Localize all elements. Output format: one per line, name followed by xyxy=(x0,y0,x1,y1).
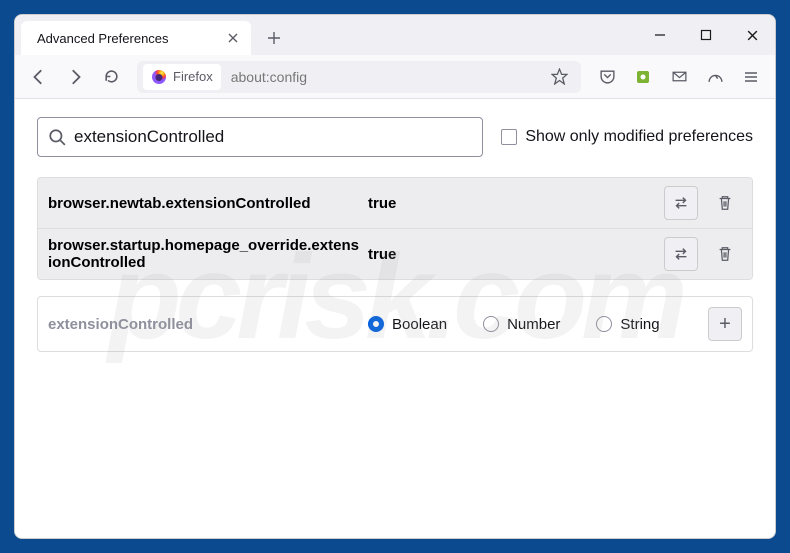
search-box[interactable] xyxy=(37,117,483,157)
menu-button[interactable] xyxy=(735,61,767,93)
identity-label: Firefox xyxy=(173,69,213,84)
identity-box[interactable]: Firefox xyxy=(143,64,221,90)
pref-name: browser.startup.homepage_override.extens… xyxy=(48,237,368,271)
browser-window: Advanced Preferences Firefox about:confi… xyxy=(14,14,776,539)
type-number-radio[interactable]: Number xyxy=(483,316,560,333)
search-icon xyxy=(48,128,66,146)
plus-icon: + xyxy=(719,313,731,336)
bookmark-star-icon[interactable] xyxy=(543,61,575,93)
swap-icon xyxy=(672,194,690,212)
trash-icon xyxy=(716,245,734,263)
url-bar[interactable]: Firefox about:config xyxy=(137,61,581,93)
add-pref-name: extensionControlled xyxy=(48,316,368,333)
new-tab-button[interactable] xyxy=(259,23,289,53)
radio-icon xyxy=(596,316,612,332)
url-text: about:config xyxy=(231,69,307,85)
show-modified-toggle[interactable]: Show only modified preferences xyxy=(501,128,753,146)
preference-list: browser.newtab.extensionControlled true … xyxy=(37,177,753,280)
toggle-button[interactable] xyxy=(664,237,698,271)
add-preference-row: extensionControlled Boolean Number Strin… xyxy=(37,296,753,352)
pocket-icon[interactable] xyxy=(591,61,623,93)
window-controls xyxy=(637,15,775,55)
dashboard-icon[interactable] xyxy=(699,61,731,93)
type-string-radio[interactable]: String xyxy=(596,316,659,333)
close-window-button[interactable] xyxy=(729,15,775,55)
show-modified-label: Show only modified preferences xyxy=(525,128,753,146)
back-button[interactable] xyxy=(23,61,55,93)
pref-name: browser.newtab.extensionControlled xyxy=(48,195,368,212)
mail-icon[interactable] xyxy=(663,61,695,93)
delete-button[interactable] xyxy=(708,237,742,271)
pref-actions xyxy=(664,237,742,271)
pref-row[interactable]: browser.startup.homepage_override.extens… xyxy=(38,228,752,279)
pref-value: true xyxy=(368,246,664,263)
type-boolean-radio[interactable]: Boolean xyxy=(368,316,447,333)
extension-icon[interactable] xyxy=(627,61,659,93)
checkbox-icon[interactable] xyxy=(501,129,517,145)
type-options: Boolean Number String xyxy=(368,316,708,333)
close-tab-icon[interactable] xyxy=(225,30,241,46)
toggle-button[interactable] xyxy=(664,186,698,220)
swap-icon xyxy=(672,245,690,263)
about-config-content: Show only modified preferences browser.n… xyxy=(15,99,775,538)
delete-button[interactable] xyxy=(708,186,742,220)
firefox-icon xyxy=(151,69,167,85)
forward-button[interactable] xyxy=(59,61,91,93)
nav-toolbar: Firefox about:config xyxy=(15,55,775,99)
pref-row[interactable]: browser.newtab.extensionControlled true xyxy=(38,178,752,228)
tab-bar: Advanced Preferences xyxy=(15,15,775,55)
tab-title: Advanced Preferences xyxy=(37,31,225,46)
tab-advanced-preferences[interactable]: Advanced Preferences xyxy=(21,21,251,55)
radio-icon xyxy=(483,316,499,332)
search-input[interactable] xyxy=(74,127,472,147)
pref-value: true xyxy=(368,195,664,212)
reload-button[interactable] xyxy=(95,61,127,93)
pref-actions xyxy=(664,186,742,220)
add-button[interactable]: + xyxy=(708,307,742,341)
radio-icon xyxy=(368,316,384,332)
maximize-button[interactable] xyxy=(683,15,729,55)
search-row: Show only modified preferences xyxy=(37,117,753,157)
minimize-button[interactable] xyxy=(637,15,683,55)
trash-icon xyxy=(716,194,734,212)
